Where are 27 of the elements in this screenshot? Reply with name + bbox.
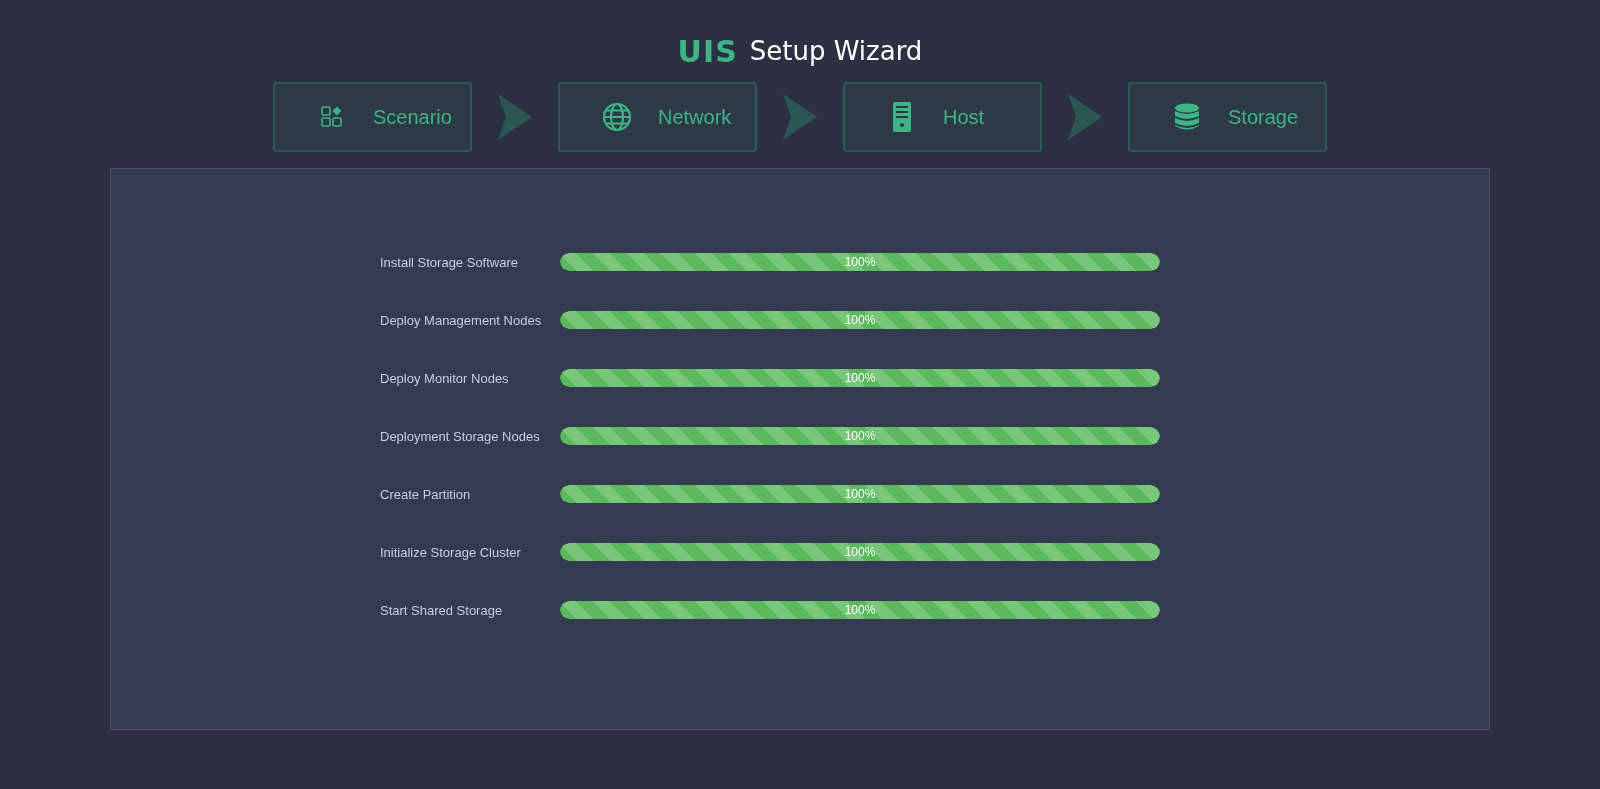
task-label: Initialize Storage Cluster bbox=[380, 544, 522, 560]
task-label: Deploy Management Nodes bbox=[380, 312, 543, 328]
chevron-icon bbox=[1068, 94, 1102, 140]
server-icon bbox=[893, 102, 911, 132]
task-label: Start Shared Storage bbox=[380, 602, 504, 618]
progress-percent: 100% bbox=[843, 254, 877, 271]
task-label: Install Storage Software bbox=[380, 254, 520, 270]
apps-icon bbox=[320, 105, 344, 129]
progress-percent: 100% bbox=[843, 312, 877, 329]
wizard-title: Setup Wizard bbox=[749, 36, 923, 66]
wizard-step[interactable]: Host bbox=[843, 82, 1042, 152]
logo: UIS bbox=[677, 33, 738, 69]
task-label: Create Partition bbox=[380, 486, 472, 502]
task-label: Deploy Monitor Nodes bbox=[380, 370, 510, 386]
progress-percent: 100% bbox=[843, 428, 877, 445]
database-icon bbox=[1174, 103, 1200, 131]
progress-percent: 100% bbox=[843, 544, 877, 561]
progress-percent: 100% bbox=[843, 370, 877, 387]
wizard-step[interactable]: Network bbox=[558, 82, 757, 152]
progress-percent: 100% bbox=[843, 486, 877, 503]
globe-icon bbox=[602, 102, 632, 132]
progress-percent: 100% bbox=[843, 602, 877, 619]
task-label: Deployment Storage Nodes bbox=[380, 428, 541, 444]
wizard-step[interactable]: Scenario bbox=[273, 82, 472, 152]
chevron-icon bbox=[498, 94, 532, 140]
chevron-icon bbox=[783, 94, 817, 140]
wizard-step[interactable]: Storage bbox=[1128, 82, 1327, 152]
